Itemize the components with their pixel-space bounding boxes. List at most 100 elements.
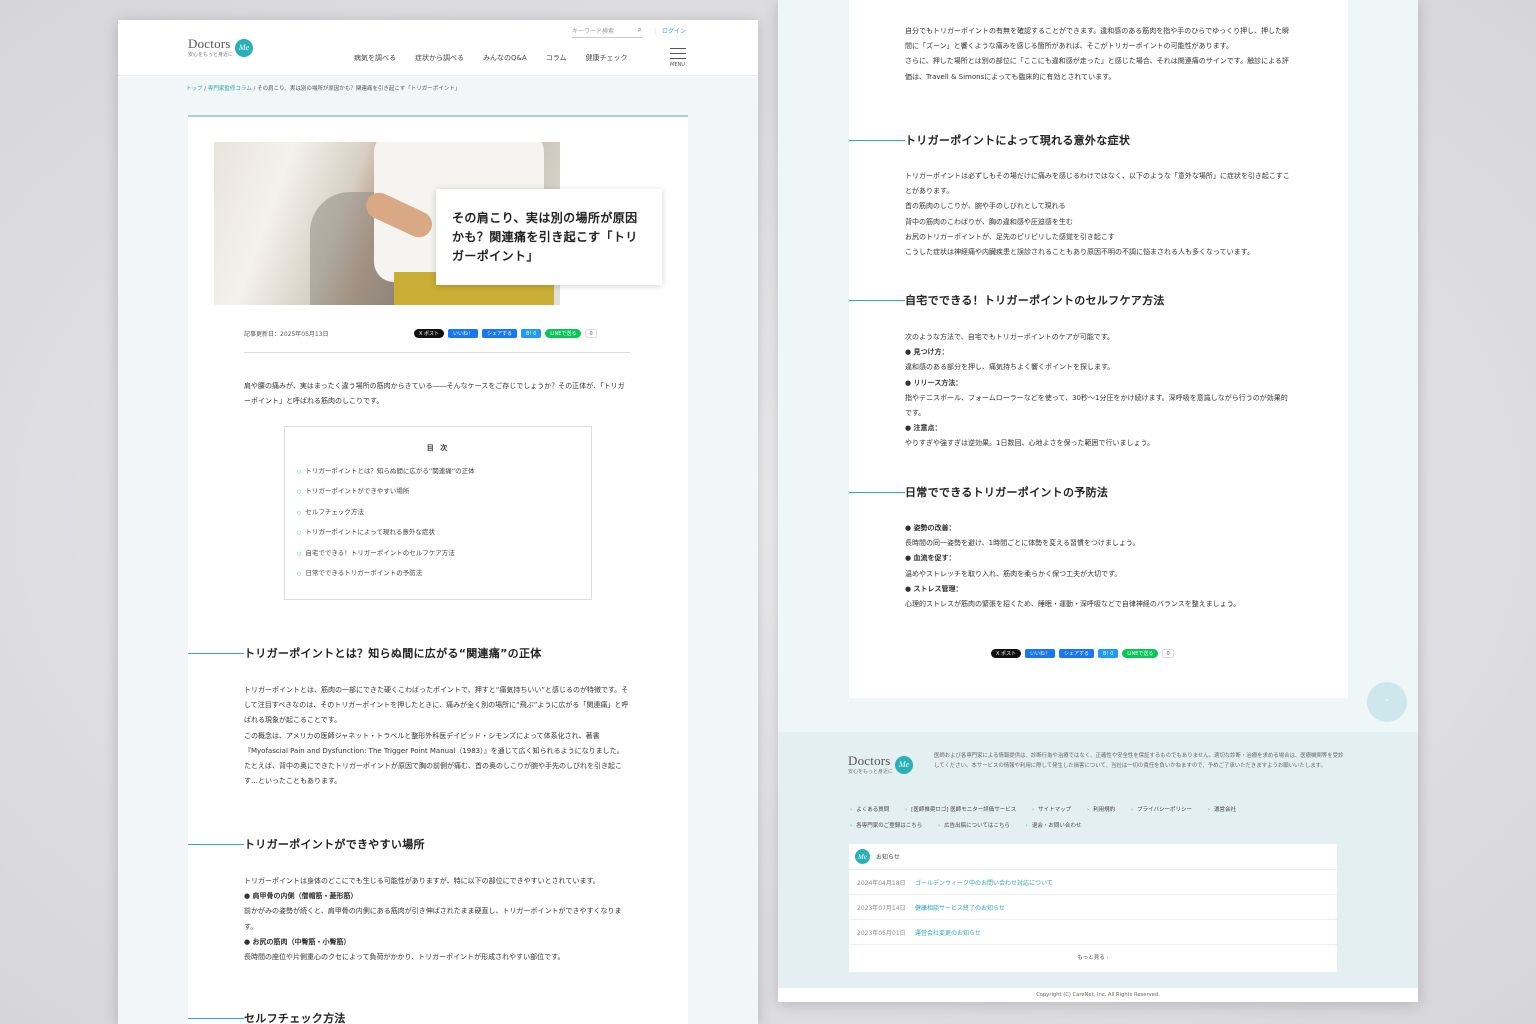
- me-logo-icon: Me: [895, 755, 914, 774]
- footer-link-doctor-monitor[interactable]: [医師推奨ロゴ] 医師モニター評価サービス: [905, 807, 1016, 813]
- x-post-button[interactable]: X ポスト: [414, 329, 445, 338]
- fb-like-button[interactable]: いいね！: [448, 329, 479, 338]
- paragraph: さらに、押した場所とは別の部位に「ここにも違和感が走った」と感じた場合、それは関…: [905, 57, 1289, 81]
- section-heading: セルフチェック方法: [188, 1010, 346, 1024]
- paragraph: トリガーポイントは身体のどこにでも生じる可能性がありますが、特に以下の部位にでき…: [244, 877, 600, 885]
- paragraph: トリガーポイントは必ずしもその場だけに痛みを感じるわけではなく、以下のような「意…: [905, 172, 1290, 196]
- breadcrumb: トップ / 専門家監修コラム / その肩こり、実は別の場所が原因かも？関連痛を引…: [186, 84, 460, 92]
- copyright: Copyright (C) CareNet, Inc. All Rights R…: [778, 988, 1418, 1002]
- paragraph: やりすぎや強すぎは逆効果。1日数回、心地よさを保った範囲で行いましょう。: [905, 439, 1155, 448]
- hatena-bookmark-button[interactable]: B! 0: [1098, 649, 1119, 658]
- section-text: 次のような方法で、自宅でもトリガーポイントのケアが可能です。 ● 見つけ方： 違…: [905, 330, 1291, 452]
- fb-share-button[interactable]: シェアする: [1059, 649, 1095, 658]
- bullet-heading: ● 血流を促す：: [905, 554, 956, 563]
- breadcrumb-current: その肩こり、実は別の場所が原因かも？関連痛を引き起こす「トリガーポイント」: [257, 86, 461, 92]
- nav-qa[interactable]: みんなのQ&A: [483, 53, 527, 63]
- paragraph: たとえば、背中の奥にできたトリガーポイントが原因で胸の前側が痛む、首の奥のしこり…: [244, 762, 622, 786]
- news-header: Me お知らせ: [849, 844, 1337, 870]
- search-input[interactable]: キーワード検索 ⌕: [572, 25, 642, 38]
- fb-share-button[interactable]: シェアする: [482, 329, 518, 338]
- logo-text: Doctors: [848, 753, 891, 768]
- share-count: 0: [585, 329, 597, 338]
- site-header: Doctors 安心をもっと身近に Me キーワード検索 ⌕ ログイン 病気を調…: [118, 20, 758, 76]
- news-link[interactable]: ゴールデンウィーク中のお問い合わせ対応について: [915, 878, 1053, 887]
- menu-label: MENU: [670, 62, 685, 68]
- footer-logo[interactable]: Doctors 安心をもっと身近に Me: [848, 753, 914, 775]
- paragraph: 首の筋肉のしこりが、腕や手のしびれとして現れる: [905, 202, 1066, 211]
- article-bottom-screenshot: 自分でもトリガーポイントの有無を確認することができます。違和感のある筋肉を指や手…: [778, 0, 1418, 1002]
- news-date: 2023年07月14日: [857, 904, 906, 912]
- news-item[interactable]: 2023年05月01日 運営会社変更のお知らせ: [849, 920, 1337, 945]
- divider: [244, 352, 630, 353]
- back-to-top-button[interactable]: ⌃: [1367, 682, 1407, 722]
- hamburger-icon: [670, 53, 686, 54]
- heading-text: 日常でできるトリガーポイントの予防法: [905, 486, 1109, 499]
- login-link[interactable]: ログイン: [654, 26, 686, 35]
- news-link[interactable]: 健康相談サービス終了のお知らせ: [915, 903, 1005, 912]
- x-post-button[interactable]: X ポスト: [991, 649, 1022, 658]
- site-footer: Doctors 安心をもっと身近に Me 医師および各専門家による情報提供は、診…: [778, 732, 1418, 988]
- footer-link-faq[interactable]: よくある質問: [850, 807, 889, 813]
- paragraph: 長時間の同一姿勢を避け、1時間ごとに体勢を変える習慣をつけましょう。: [905, 539, 1140, 548]
- search-icon[interactable]: ⌕: [638, 25, 642, 35]
- news-date: 2023年05月01日: [857, 929, 906, 937]
- footer-link-company[interactable]: 運営会社: [1208, 807, 1236, 813]
- footer-link-contact[interactable]: 退会・お問い合わせ: [1026, 823, 1082, 829]
- bullet-heading: ● 注意点：: [905, 424, 942, 433]
- paragraph: この概念は、アメリカの医師ジャネット・トラベルと整形外科医デイビッド・シモンズに…: [244, 731, 624, 755]
- breadcrumb-home[interactable]: トップ: [186, 86, 203, 92]
- bullet-heading: ● 姿勢の改善：: [905, 524, 956, 532]
- news-item[interactable]: 2023年07月14日 健康相談サービス終了のお知らせ: [849, 895, 1337, 920]
- section-heading: トリガーポイントができやすい場所: [188, 836, 425, 852]
- footer-links: よくある質問 [医師推奨ロゴ] 医師モニター評価サービス サイトマップ 利用規約…: [850, 802, 1320, 834]
- footer-link-ads[interactable]: 広告出稿についてはこちら: [938, 823, 1010, 829]
- hatena-bookmark-button[interactable]: B! 0: [521, 329, 542, 338]
- footer-link-expert-register[interactable]: 各専門家のご登録はこちら: [850, 823, 922, 829]
- bullet-heading: ● リリース方法：: [905, 378, 963, 387]
- toc-item[interactable]: トリガーポイントとは？知らぬ間に広がる“関連痛”の正体: [297, 465, 591, 485]
- heading-text: トリガーポイントによって現れる意外な症状: [905, 134, 1131, 147]
- table-of-contents: 目 次 トリガーポイントとは？知らぬ間に広がる“関連痛”の正体 トリガーポイント…: [284, 426, 592, 600]
- news-link[interactable]: 運営会社変更のお知らせ: [915, 928, 981, 937]
- paragraph: 次のような方法で、自宅でもトリガーポイントのケアが可能です。: [905, 333, 1115, 341]
- fb-like-button[interactable]: いいね！: [1025, 649, 1056, 658]
- section-text: ● 姿勢の改善： 長時間の同一姿勢を避け、1時間ごとに体勢を変える習慣をつけまし…: [905, 521, 1291, 612]
- section-text: トリガーポイントは身体のどこにでも生じる可能性がありますが、特に以下の部位にでき…: [244, 874, 630, 965]
- paragraph: 違和感のある部分を押し、痛気持ちよく響くポイントを探します。: [905, 363, 1115, 372]
- line-send-button[interactable]: LINEで送る: [1122, 649, 1159, 658]
- news-title: お知らせ: [876, 854, 900, 861]
- toc-item[interactable]: 自宅でできる！トリガーポイントのセルフケア方法: [297, 547, 591, 567]
- intro-text: 肩や腰の痛みが、実はまったく違う場所の筋肉からきている――そんなケースをご存じで…: [244, 382, 625, 406]
- toc-item[interactable]: トリガーポイントによって現れる意外な症状: [297, 526, 591, 546]
- me-logo-icon: Me: [235, 38, 254, 57]
- nav-symptoms[interactable]: 症状から調べる: [415, 53, 464, 63]
- nav-column[interactable]: コラム: [546, 53, 567, 63]
- breadcrumb-category[interactable]: 専門家監修コラム: [208, 86, 252, 92]
- section-heading: 自宅でできる！トリガーポイントのセルフケア方法: [849, 292, 1165, 308]
- toc-item[interactable]: トリガーポイントができやすい場所: [297, 485, 591, 505]
- paragraph: 前かがみの姿勢が続くと、肩甲骨の内側にある筋肉が引き伸ばされたまま硬直し、トリガ…: [244, 907, 622, 931]
- bullet-heading: ● お尻の筋肉（中臀筋・小臀筋）: [244, 937, 351, 946]
- footer-link-sitemap[interactable]: サイトマップ: [1032, 807, 1071, 813]
- footer-link-privacy[interactable]: プライバシーポリシー: [1131, 807, 1192, 813]
- news-more-link[interactable]: もっと見る: [849, 953, 1337, 961]
- site-logo[interactable]: Doctors 安心をもっと身近に Me: [188, 37, 254, 58]
- menu-button[interactable]: MENU: [670, 48, 686, 68]
- line-send-button[interactable]: LINEで送る: [545, 329, 582, 338]
- toc-item[interactable]: セルフチェック方法: [297, 506, 591, 526]
- news-date: 2024年04月18日: [857, 879, 906, 887]
- section-text: トリガーポイントは必ずしもその場だけに痛みを感じるわけではなく、以下のような「意…: [905, 169, 1291, 260]
- nav-health-check[interactable]: 健康チェック: [586, 53, 628, 63]
- share-buttons: X ポスト いいね！ シェアする B! 0 LINEで送る 0: [414, 329, 597, 338]
- paragraph: 自分でもトリガーポイントの有無を確認することができます。違和感のある筋肉を指や手…: [905, 27, 1290, 51]
- footer-link-terms[interactable]: 利用規約: [1087, 807, 1115, 813]
- article-title: その肩こり、実は別の場所が原因かも？関連痛を引き起こす「トリガーポイント」: [452, 211, 638, 263]
- paragraph: 心理的ストレスが筋肉の緊張を招くため、睡眠・運動・深呼吸などで自律神経のバランス…: [905, 600, 1241, 609]
- paragraph: トリガーポイントとは、筋肉の一部にできた硬くこわばったポイントで、押すと“痛気持…: [244, 686, 629, 725]
- news-item[interactable]: 2024年04月18日 ゴールデンウィーク中のお問い合わせ対応について: [849, 870, 1337, 895]
- paragraph: 背中の筋肉のこわばりが、胸の違和感や圧迫感を生む: [905, 217, 1073, 226]
- article-top-screenshot: Doctors 安心をもっと身近に Me キーワード検索 ⌕ ログイン 病気を調…: [118, 20, 758, 1024]
- nav-diseases[interactable]: 病気を調べる: [354, 53, 396, 63]
- article-body: その肩こり、実は別の場所が原因かも？関連痛を引き起こす「トリガーポイント」 記事…: [188, 115, 688, 1024]
- toc-item[interactable]: 日常でできるトリガーポイントの予防法: [297, 567, 591, 587]
